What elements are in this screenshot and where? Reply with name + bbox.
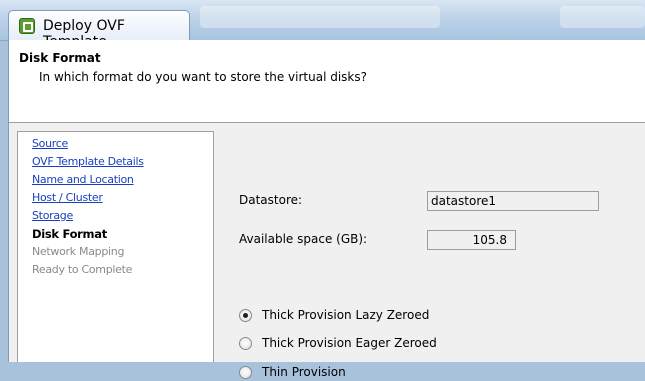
nav-step-host-cluster[interactable]: Host / Cluster (32, 189, 213, 207)
nav-step-ovf-details[interactable]: OVF Template Details (32, 153, 213, 171)
thick-lazy-label[interactable]: Thick Provision Lazy Zeroed (262, 308, 429, 322)
nav-step-network-mapping: Network Mapping (32, 245, 125, 258)
wizard-content: Source OVF Template Details Name and Loc… (9, 123, 645, 379)
title-bar: Deploy OVF Template (0, 0, 645, 50)
option-thin[interactable]: Thin Provision (239, 363, 346, 381)
background-tab (200, 6, 440, 28)
thin-radio[interactable] (239, 365, 252, 379)
nav-step-name-location[interactable]: Name and Location (32, 171, 213, 189)
wizard-dialog: Disk Format In which format do you want … (8, 40, 645, 379)
thin-label[interactable]: Thin Provision (262, 365, 346, 379)
nav-step-storage[interactable]: Storage (32, 207, 213, 225)
nav-step-source[interactable]: Source (32, 135, 213, 153)
datastore-label: Datastore: (239, 193, 303, 207)
window-tab[interactable]: Deploy OVF Template (8, 10, 190, 50)
wizard-steps-nav: Source OVF Template Details Name and Loc… (17, 131, 214, 362)
option-thick-lazy[interactable]: Thick Provision Lazy Zeroed (239, 306, 429, 324)
page-title: Disk Format (19, 51, 101, 65)
thick-eager-label[interactable]: Thick Provision Eager Zeroed (262, 336, 437, 350)
thick-eager-radio[interactable] (239, 336, 252, 350)
background-tab (560, 6, 645, 28)
available-space-label: Available space (GB): (239, 232, 368, 246)
nav-step-disk-format: Disk Format (32, 227, 107, 241)
datastore-field: datastore1 (427, 191, 599, 211)
available-space-field: 105.8 (427, 230, 516, 250)
wizard-header: Disk Format In which format do you want … (9, 40, 645, 123)
option-thick-eager[interactable]: Thick Provision Eager Zeroed (239, 334, 437, 352)
page-subtitle: In which format do you want to store the… (39, 70, 368, 84)
ovf-deploy-icon (19, 18, 35, 34)
thick-lazy-radio[interactable] (239, 308, 252, 322)
nav-step-ready: Ready to Complete (32, 263, 133, 276)
